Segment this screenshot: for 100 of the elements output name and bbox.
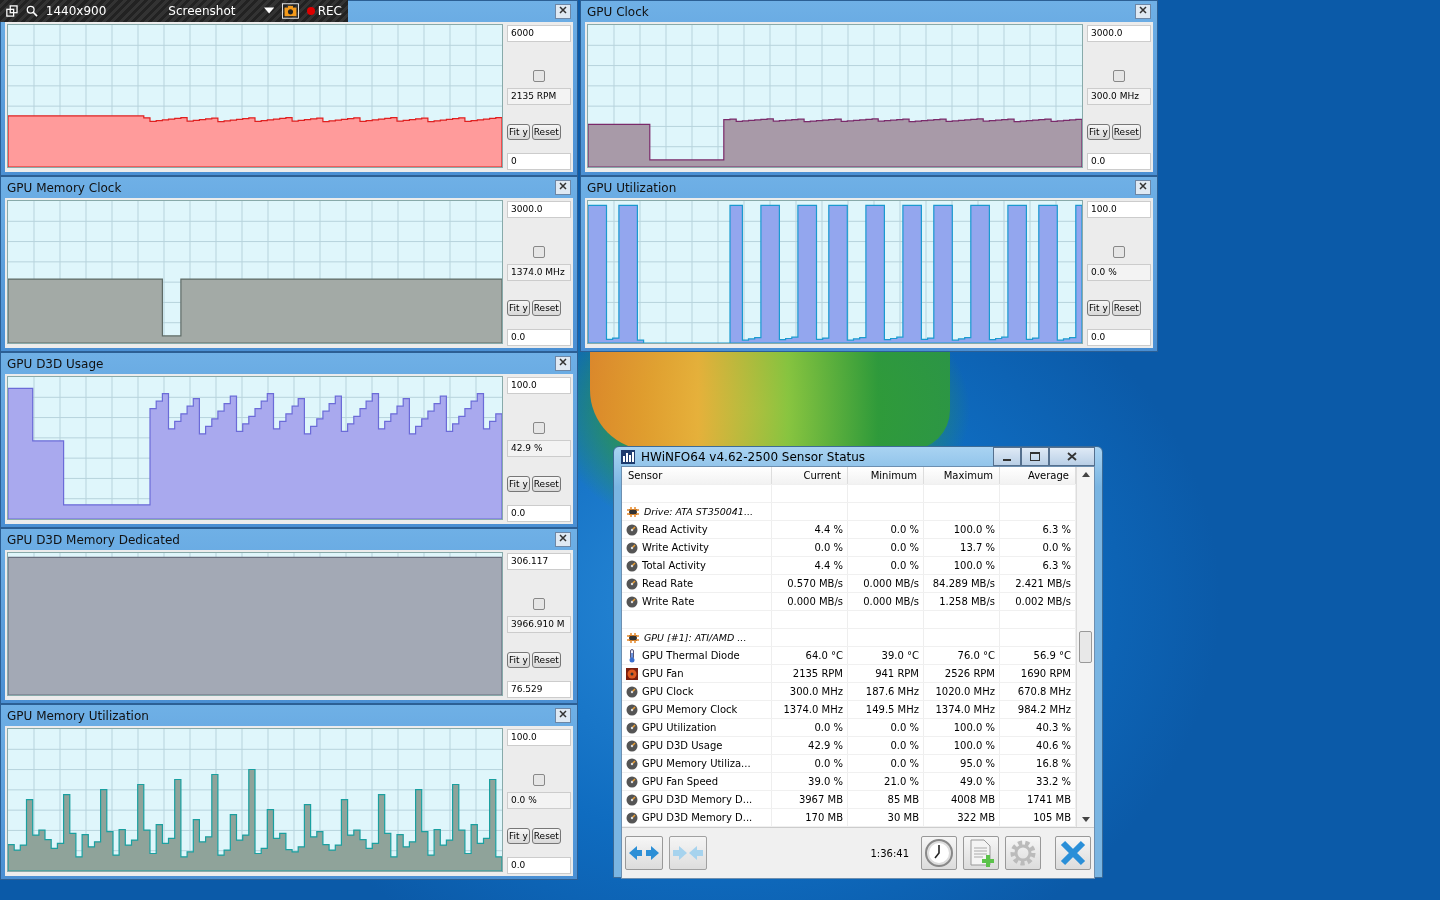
reset-button[interactable]: Reset xyxy=(531,124,561,140)
reset-button[interactable]: Reset xyxy=(531,300,561,316)
checkbox[interactable] xyxy=(533,774,545,786)
scroll-down-icon[interactable] xyxy=(1081,817,1090,822)
clock-button[interactable] xyxy=(921,836,957,870)
table-cell: 1374.0 MHz xyxy=(924,701,1000,718)
min-value-field[interactable]: 0.0 xyxy=(507,505,571,522)
table-cell: 0.0 % xyxy=(772,539,848,556)
column-header[interactable]: Minimum xyxy=(848,467,924,484)
gauge-icon xyxy=(626,559,638,572)
close-button[interactable] xyxy=(555,532,571,547)
table-cell: 4.4 % xyxy=(772,521,848,538)
reset-button[interactable]: Reset xyxy=(531,828,561,844)
fit-y-button[interactable]: Fit y xyxy=(507,476,530,492)
scrollbar-thumb[interactable] xyxy=(1079,631,1092,663)
max-value-field[interactable]: 3000.0 xyxy=(507,201,571,218)
close-icon xyxy=(559,182,567,190)
checkbox[interactable] xyxy=(533,246,545,258)
windows-icon[interactable] xyxy=(6,4,18,18)
table-cell: 941 RPM xyxy=(848,665,924,682)
report-button[interactable] xyxy=(963,836,999,870)
min-value-field[interactable]: 0.0 xyxy=(1087,153,1151,170)
min-value-field[interactable]: 76.529 xyxy=(507,681,571,698)
table-cell: 170 MB xyxy=(772,809,848,826)
fit-y-button[interactable]: Fit y xyxy=(1087,300,1110,316)
checkbox[interactable] xyxy=(533,422,545,434)
sensor-name: Write Activity xyxy=(642,542,709,553)
zoom-icon[interactable] xyxy=(25,4,38,18)
table-cell: 300.0 MHz xyxy=(772,683,848,700)
max-value-field[interactable]: 100.0 xyxy=(507,729,571,746)
sensor-name: GPU Fan Speed xyxy=(642,776,719,787)
checkbox[interactable] xyxy=(1113,70,1125,82)
max-value-field[interactable]: 100.0 xyxy=(507,377,571,394)
close-button[interactable] xyxy=(1135,180,1151,195)
record-button[interactable]: REC xyxy=(306,4,342,18)
fit-y-button[interactable]: Fit y xyxy=(507,124,530,140)
column-header[interactable]: Maximum xyxy=(924,467,1000,484)
fit-y-button[interactable]: Fit y xyxy=(507,828,530,844)
sensor-group-name: GPU [#1]: ATI/AMD ... xyxy=(644,632,747,643)
clock-icon xyxy=(925,839,953,867)
max-value-field[interactable]: 3000.0 xyxy=(1087,25,1151,42)
fit-y-button[interactable]: Fit y xyxy=(1087,124,1110,140)
table-cell: 42.9 % xyxy=(772,737,848,754)
table-cell: 3967 MB xyxy=(772,791,848,808)
reset-button[interactable]: Reset xyxy=(531,476,561,492)
fit-y-button[interactable]: Fit y xyxy=(507,300,530,316)
sensor-name: Read Activity xyxy=(642,524,708,535)
window-title: GPU Memory Clock xyxy=(7,180,122,195)
checkbox[interactable] xyxy=(533,598,545,610)
min-value-field[interactable]: 0.0 xyxy=(1087,329,1151,346)
fit-y-button[interactable]: Fit y xyxy=(507,652,530,668)
min-value-field[interactable]: 0 xyxy=(507,153,571,170)
scrollbar[interactable] xyxy=(1076,467,1094,827)
max-value-field[interactable]: 6000 xyxy=(507,25,571,42)
scroll-up-icon[interactable] xyxy=(1081,472,1090,477)
table-cell: 100.0 % xyxy=(924,557,1000,574)
dropdown-caret-icon[interactable] xyxy=(263,7,274,15)
min-value-field[interactable]: 0.0 xyxy=(507,857,571,874)
close-button[interactable] xyxy=(1049,447,1095,466)
max-value-field[interactable]: 100.0 xyxy=(1087,201,1151,218)
min-value-field[interactable]: 0.0 xyxy=(507,329,571,346)
close-icon xyxy=(1067,452,1077,461)
close-icon xyxy=(1139,182,1147,190)
close-button[interactable] xyxy=(1135,4,1151,19)
close-button[interactable] xyxy=(555,356,571,371)
reset-button[interactable]: Reset xyxy=(1111,300,1141,316)
table-cell: 21.0 % xyxy=(848,773,924,790)
gauge-icon xyxy=(626,757,638,770)
gauge-icon xyxy=(626,811,638,824)
table-cell: 1020.0 MHz xyxy=(924,683,1000,700)
reset-button[interactable]: Reset xyxy=(1111,124,1141,140)
expand-arrows-icon xyxy=(628,844,660,862)
column-header[interactable]: Current xyxy=(772,467,848,484)
table-cell: 0.0 % xyxy=(848,557,924,574)
column-header[interactable]: Sensor xyxy=(622,467,772,484)
minimize-button[interactable] xyxy=(993,447,1021,466)
table-cell: 0.0 % xyxy=(848,737,924,754)
gauge-icon xyxy=(626,739,638,752)
column-header[interactable]: Average xyxy=(1000,467,1076,484)
current-value-field: 300.0 MHz xyxy=(1087,88,1151,105)
settings-button[interactable] xyxy=(1005,836,1041,870)
close-button[interactable] xyxy=(555,180,571,195)
camera-icon[interactable] xyxy=(281,2,299,20)
max-value-field[interactable]: 306.117 xyxy=(507,553,571,570)
close-button[interactable] xyxy=(555,4,571,19)
checkbox[interactable] xyxy=(533,70,545,82)
checkbox[interactable] xyxy=(1113,246,1125,258)
expand-button[interactable] xyxy=(625,836,663,870)
gauge-icon xyxy=(626,577,638,590)
reset-button[interactable]: Reset xyxy=(531,652,561,668)
current-value-field: 1374.0 MHz xyxy=(507,264,571,281)
table-cell: 1374.0 MHz xyxy=(772,701,848,718)
sensor-name: Total Activity xyxy=(642,560,706,571)
maximize-button[interactable] xyxy=(1021,447,1049,466)
sensor-name: GPU D3D Memory D... xyxy=(642,812,753,823)
gauge-icon xyxy=(626,685,638,698)
table-cell: 0.000 MB/s xyxy=(848,575,924,592)
sensor-name: GPU Fan xyxy=(642,668,684,679)
close-button[interactable] xyxy=(555,708,571,723)
mode-dropdown[interactable]: Screenshot xyxy=(168,4,236,18)
